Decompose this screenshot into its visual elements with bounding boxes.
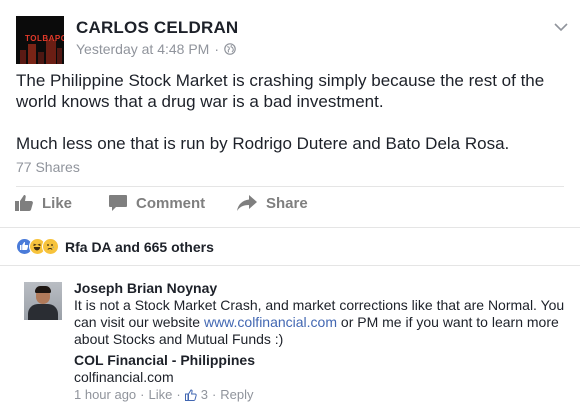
meta-dot: · <box>140 387 145 402</box>
post-actions: Like Comment Share <box>0 194 580 220</box>
avatar-decor <box>38 52 44 64</box>
like-label: Like <box>42 194 73 212</box>
post-meta: Yesterday at 4:48 PM · <box>76 41 236 57</box>
comment-button[interactable]: Comment <box>108 194 205 212</box>
comment-reply-link[interactable]: Reply <box>220 387 253 402</box>
meta-dot: · <box>211 387 217 402</box>
divider <box>0 227 580 228</box>
link-preview-title[interactable]: COL Financial - Philippines <box>74 352 255 368</box>
share-label: Share <box>266 194 308 212</box>
avatar-decor <box>28 44 36 64</box>
comment-label: Comment <box>136 194 206 212</box>
globe-icon[interactable] <box>224 43 236 55</box>
shares-count[interactable]: 77 Shares <box>16 159 80 175</box>
link-preview-domain[interactable]: colfinancial.com <box>74 369 174 385</box>
reaction-icons <box>16 238 59 255</box>
thumbs-up-icon <box>184 388 197 401</box>
post-timestamp[interactable]: Yesterday at 4:48 PM <box>76 41 209 57</box>
avatar-logo-text: TOLBAPO <box>25 34 64 43</box>
avatar-decor <box>28 304 58 320</box>
avatar-decor <box>35 286 51 293</box>
comment-like-count: 3 <box>200 387 208 402</box>
reactions-text: Rfa DA and 665 others <box>65 238 214 255</box>
comment-icon <box>109 195 127 211</box>
thumbs-up-icon <box>15 195 33 211</box>
reactions-summary[interactable]: Rfa DA and 665 others <box>16 238 214 255</box>
meta-separator: · <box>214 41 220 57</box>
commenter-name[interactable]: Joseph Brian Noynay <box>74 280 217 296</box>
share-arrow-icon <box>237 195 257 211</box>
avatar-decor <box>20 50 26 64</box>
post-paragraph: Much less one that is run by Rodrigo Dut… <box>16 134 510 153</box>
post-body: The Philippine Stock Market is crashing … <box>16 70 568 175</box>
post-card: TOLBAPO CARLOS CELDRAN Yesterday at 4:48… <box>0 0 580 404</box>
post-paragraph: The Philippine Stock Market is crashing … <box>16 71 545 111</box>
divider <box>0 265 580 266</box>
comment-link[interactable]: www.colfinancial.com <box>204 314 337 330</box>
share-button[interactable]: Share <box>236 194 308 212</box>
sad-reaction-icon <box>42 238 59 255</box>
comment-meta: 1 hour ago · Like · 3 · Reply <box>74 387 254 402</box>
like-button[interactable]: Like <box>14 194 72 212</box>
avatar-decor <box>57 48 62 64</box>
page-avatar[interactable]: TOLBAPO <box>16 16 64 64</box>
commenter-avatar[interactable] <box>24 282 62 320</box>
chevron-down-icon[interactable] <box>554 22 568 32</box>
divider <box>16 186 564 187</box>
avatar-decor <box>46 40 56 64</box>
post-author-name[interactable]: CARLOS CELDRAN <box>76 18 238 38</box>
meta-dot: · <box>176 387 181 402</box>
comment-time[interactable]: 1 hour ago <box>74 387 136 402</box>
comment-like-link[interactable]: Like <box>149 387 173 402</box>
comment-text: It is not a Stock Market Crash, and mark… <box>74 297 568 348</box>
